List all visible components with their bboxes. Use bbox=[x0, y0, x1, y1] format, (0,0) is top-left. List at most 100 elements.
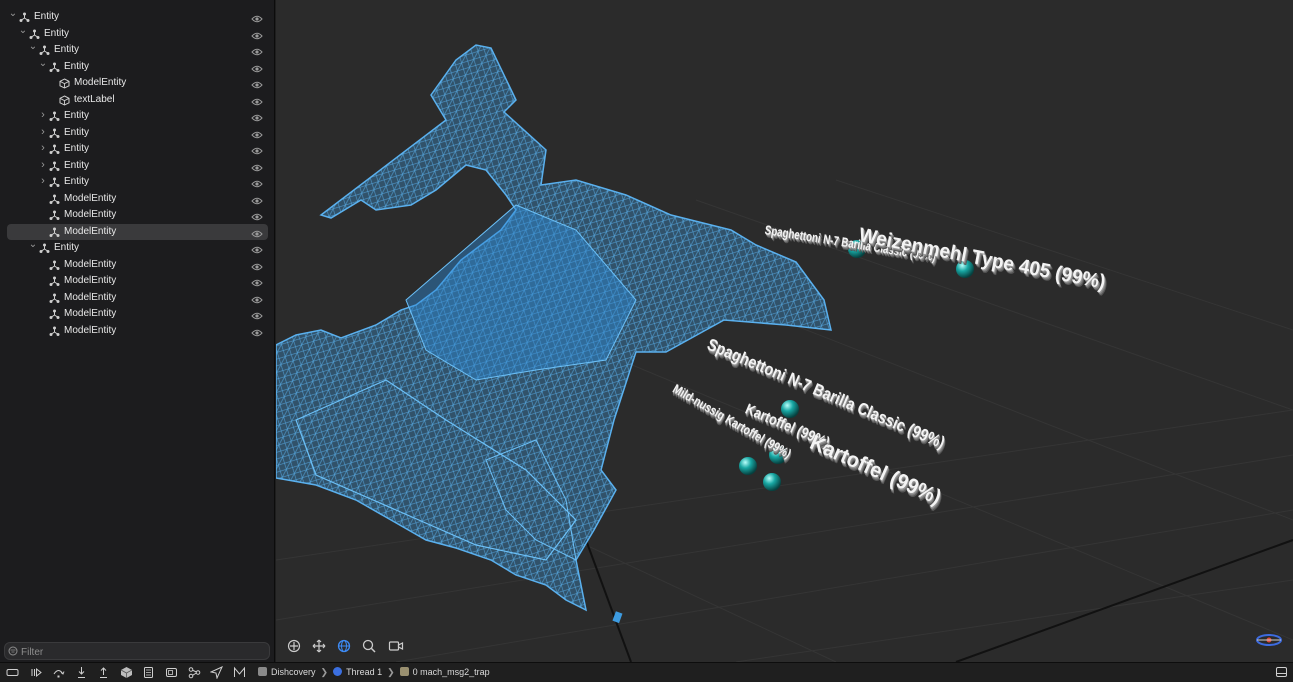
tree-row-label: ModelEntity bbox=[64, 291, 117, 303]
tree-row[interactable]: ⌄ Entity bbox=[0, 23, 275, 43]
tree-row-label: ModelEntity bbox=[64, 209, 117, 220]
tree-row-label: Entity bbox=[64, 159, 90, 171]
tree-row-label: ModelEntity bbox=[64, 192, 117, 204]
tree-row[interactable]: ⌄ Entity bbox=[0, 6, 275, 26]
tree-row[interactable]: ModelEntity bbox=[0, 75, 275, 92]
eye-icon[interactable] bbox=[251, 145, 263, 155]
breakpoints-toggle-icon[interactable] bbox=[6, 666, 19, 679]
camera-icon[interactable] bbox=[388, 638, 404, 654]
tree-row-label: ModelEntity bbox=[64, 308, 117, 319]
step-out-icon[interactable] bbox=[97, 666, 110, 679]
pan-icon[interactable] bbox=[311, 638, 327, 654]
filter-field[interactable] bbox=[4, 642, 270, 661]
tree-row[interactable]: ModelEntity bbox=[0, 257, 275, 274]
filter-input[interactable] bbox=[19, 643, 263, 661]
marker-sphere[interactable] bbox=[739, 457, 757, 475]
tree-row[interactable]: ModelEntity bbox=[0, 290, 275, 307]
debug-bar: Dishcovery ❯ Thread 1 ❯ 0 mach_msg2_trap bbox=[0, 662, 1293, 681]
continue-icon[interactable] bbox=[30, 666, 43, 679]
chevron-down-icon[interactable]: ⌄ bbox=[8, 6, 18, 23]
debug-memory-icon[interactable] bbox=[142, 666, 155, 679]
chevron-right-icon[interactable]: › bbox=[38, 157, 48, 174]
eye-icon[interactable] bbox=[251, 79, 263, 89]
chevron-down-icon[interactable]: ⌄ bbox=[18, 23, 28, 40]
marker-sphere[interactable] bbox=[763, 473, 781, 491]
chevron-down-icon[interactable]: ⌄ bbox=[28, 39, 38, 56]
breadcrumb-app[interactable]: Dishcovery bbox=[271, 667, 316, 677]
tree-row[interactable]: ModelEntity bbox=[0, 273, 275, 290]
orbit-icon[interactable] bbox=[336, 638, 352, 654]
tree-row[interactable]: ModelEntity bbox=[0, 191, 275, 208]
reality-kit-debug-icon[interactable] bbox=[120, 666, 133, 679]
scene-mesh[interactable] bbox=[276, 44, 832, 624]
tree-row[interactable]: › Entity bbox=[0, 158, 275, 175]
chevron-down-icon[interactable]: ⌄ bbox=[28, 237, 38, 254]
orientation-gizmo-icon[interactable] bbox=[1255, 632, 1283, 648]
eye-icon[interactable] bbox=[251, 129, 263, 138]
step-into-icon[interactable] bbox=[75, 666, 88, 679]
step-over-icon[interactable] bbox=[52, 666, 65, 679]
tree-row[interactable]: › Entity bbox=[0, 174, 275, 191]
tree-row-label: ModelEntity bbox=[64, 324, 117, 336]
tree-row[interactable]: › Entity bbox=[0, 108, 275, 125]
eye-icon[interactable] bbox=[251, 13, 263, 23]
eye-icon[interactable] bbox=[251, 178, 263, 188]
eye-icon[interactable] bbox=[251, 261, 263, 270]
eye-icon[interactable] bbox=[251, 46, 263, 56]
tree-row[interactable]: › Entity bbox=[0, 125, 275, 142]
entity-icon bbox=[39, 45, 50, 56]
chevron-right-icon[interactable]: › bbox=[38, 124, 48, 141]
tree-row[interactable]: ModelEntity bbox=[0, 207, 275, 224]
tree-row[interactable]: textLabel bbox=[0, 92, 275, 109]
eye-icon[interactable] bbox=[251, 327, 263, 336]
chevron-right-icon[interactable]: › bbox=[38, 107, 48, 124]
filter-icon bbox=[8, 646, 18, 656]
memory-graph-icon[interactable] bbox=[188, 666, 201, 679]
eye-icon[interactable] bbox=[251, 277, 263, 287]
3d-viewport[interactable]: Spaghettoni N-7 Barilla Classic (99%) Wei… bbox=[276, 0, 1293, 662]
tree-row[interactable]: › Entity bbox=[0, 141, 275, 158]
tree-row-label: Entity bbox=[64, 126, 90, 138]
scene-canvas[interactable] bbox=[276, 0, 1293, 662]
environment-overrides-icon[interactable] bbox=[233, 666, 246, 679]
debug-view-hierarchy-icon[interactable] bbox=[165, 666, 178, 679]
simulate-location-icon[interactable] bbox=[210, 666, 223, 679]
tree-row[interactable]: ⌄ Entity bbox=[0, 56, 275, 76]
tree-row-label: ModelEntity bbox=[64, 275, 117, 286]
chevron-right-icon[interactable]: › bbox=[38, 140, 48, 157]
eye-icon[interactable] bbox=[251, 228, 263, 237]
frame-icon bbox=[399, 667, 409, 676]
chevron-down-icon[interactable]: ⌄ bbox=[38, 56, 48, 73]
breadcrumb-frame[interactable]: 0 mach_msg2_trap bbox=[413, 667, 490, 677]
eye-icon[interactable] bbox=[251, 112, 263, 122]
tree-row[interactable]: ⌄ Entity bbox=[0, 237, 275, 257]
thread-icon bbox=[333, 667, 343, 676]
eye-icon[interactable] bbox=[251, 162, 263, 171]
eye-icon[interactable] bbox=[251, 195, 263, 204]
tree-row[interactable]: ModelEntity bbox=[0, 306, 275, 323]
eye-icon[interactable] bbox=[251, 211, 263, 221]
axis-line bbox=[585, 539, 632, 662]
zoom-icon[interactable] bbox=[361, 638, 377, 654]
entity-icon bbox=[49, 293, 60, 304]
tree-row[interactable]: ModelEntity bbox=[0, 323, 275, 340]
tree-row[interactable]: ModelEntity bbox=[7, 223, 268, 240]
chevron-right-icon[interactable]: › bbox=[38, 173, 48, 190]
entity-icon bbox=[49, 62, 60, 73]
entity-icon bbox=[19, 12, 30, 23]
app-icon bbox=[258, 667, 267, 676]
cube-icon bbox=[59, 94, 70, 106]
entity-icon bbox=[39, 243, 50, 254]
entity-icon bbox=[49, 161, 60, 172]
panel-toggle-icon[interactable] bbox=[1276, 667, 1287, 677]
entity-icon bbox=[49, 144, 60, 155]
eye-icon[interactable] bbox=[251, 96, 263, 105]
eye-icon[interactable] bbox=[251, 63, 263, 72]
eye-icon[interactable] bbox=[251, 310, 263, 320]
move-icon[interactable] bbox=[286, 638, 302, 654]
eye-icon[interactable] bbox=[251, 294, 263, 303]
eye-icon[interactable] bbox=[251, 244, 263, 254]
breadcrumb-thread[interactable]: Thread 1 bbox=[346, 667, 382, 677]
eye-icon[interactable] bbox=[251, 30, 263, 39]
tree-row-label: Entity bbox=[64, 60, 90, 72]
